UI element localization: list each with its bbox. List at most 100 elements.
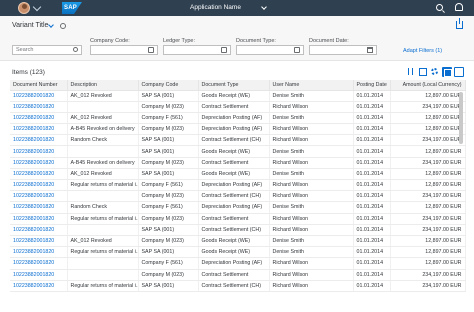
table-row[interactable]: 10223882001820 Company M (023) Contract Se… bbox=[10, 101, 466, 113]
info-icon[interactable] bbox=[60, 23, 66, 29]
table-cell: Regular returns of material i... bbox=[67, 213, 139, 225]
sort-icon[interactable] bbox=[406, 67, 416, 77]
table-cell[interactable]: 10223882001820 bbox=[10, 269, 68, 281]
list-view-icon[interactable] bbox=[454, 67, 464, 77]
table-cell[interactable]: 10223882001820 bbox=[10, 90, 68, 102]
table-row[interactable]: 10223882001820 SAP SA (001) Goods Receipt … bbox=[10, 145, 466, 158]
search-input[interactable]: Search bbox=[12, 45, 82, 55]
table-cell: 12,897.00 EUR bbox=[390, 179, 466, 192]
column-header[interactable]: Amount (Local Currency) bbox=[390, 80, 466, 91]
chevron-down-icon[interactable] bbox=[32, 2, 42, 12]
table-cell: Denise Smith bbox=[269, 246, 354, 259]
search-icon[interactable] bbox=[436, 4, 443, 11]
search-placeholder: Search bbox=[16, 47, 34, 53]
table-cell: Richard Wilson bbox=[269, 257, 354, 270]
table-row[interactable]: 10223882001820 SAP SA (001) Contract Settl… bbox=[10, 224, 466, 236]
table-cell: Richard Wilson bbox=[269, 179, 354, 192]
table-cell: 01.01.2014 bbox=[353, 257, 391, 270]
table-row[interactable]: 10223882001820 Random Check Company F (561… bbox=[10, 201, 466, 214]
table-cell: Company F (561) bbox=[138, 112, 199, 125]
group-icon[interactable] bbox=[419, 68, 427, 76]
table-row[interactable]: 10223882001820 Company M (023) Contract Se… bbox=[10, 190, 466, 203]
table-cell: 234,197.00 EUR bbox=[390, 224, 466, 236]
table-cell[interactable]: 10223882001820 bbox=[10, 145, 68, 158]
table-cell[interactable]: 10223882001820 bbox=[10, 246, 68, 259]
table-cell[interactable]: 10223882001820 bbox=[10, 257, 68, 270]
table-cell: Richard Wilson bbox=[269, 134, 354, 147]
sap-logo[interactable]: SAP bbox=[62, 2, 82, 14]
table-cell[interactable]: 10223882001820 bbox=[10, 213, 68, 225]
table-cell: 12,897.00 EUR bbox=[390, 168, 466, 181]
table-row[interactable]: 10223882001820 AK_012 Revoked Company F (5… bbox=[10, 112, 466, 125]
notification-icon[interactable] bbox=[455, 3, 463, 11]
gear-icon[interactable] bbox=[431, 68, 438, 75]
table-row[interactable]: 10223882001820 Company F (561) Depreciatio… bbox=[10, 257, 466, 270]
table-row[interactable]: 10223882001820 AK_012 Revoked SAP SA (001)… bbox=[10, 90, 466, 102]
chevron-down-icon[interactable] bbox=[261, 4, 267, 10]
table-row[interactable]: 10223882001820 AK_012 Revoked SAP SA (001)… bbox=[10, 168, 466, 181]
ledger-type-field[interactable] bbox=[163, 45, 231, 55]
variant-title[interactable]: Variant Title bbox=[12, 22, 48, 29]
table-row[interactable]: 10223882001820 A-B45 Revoked on delivery C… bbox=[10, 123, 466, 136]
table-toolbar: Items (123) bbox=[0, 64, 474, 80]
value-help-icon[interactable] bbox=[148, 47, 154, 53]
table-row[interactable]: 10223882001820 Regular returns of materia… bbox=[10, 280, 466, 292]
column-header[interactable]: Document Number bbox=[10, 80, 68, 91]
column-header[interactable]: User Name bbox=[269, 80, 354, 91]
document-date-field[interactable] bbox=[309, 45, 377, 55]
table-cell: Company M (023) bbox=[138, 123, 199, 136]
table-cell[interactable]: 10223882001820 bbox=[10, 134, 68, 147]
table-cell: 01.01.2014 bbox=[353, 145, 391, 158]
filter-bar: Search Company Code: Ledger Type: Docume… bbox=[0, 36, 474, 61]
adapt-filters-button[interactable]: Adapt Filters (1) bbox=[403, 48, 442, 54]
value-help-icon[interactable] bbox=[294, 47, 300, 53]
table-cell[interactable]: 10223882001820 bbox=[10, 112, 68, 125]
table-row[interactable]: 10223882001820 Random Check SAP SA (001) Co… bbox=[10, 134, 466, 147]
table-cell: Goods Receipt (WE) bbox=[198, 235, 270, 248]
table-cell[interactable]: 10223882001820 bbox=[10, 179, 68, 192]
table-cell[interactable]: 10223882001820 bbox=[10, 101, 68, 113]
grid-view-icon[interactable] bbox=[442, 67, 452, 77]
table-cell[interactable]: 10223882001820 bbox=[10, 168, 68, 181]
avatar[interactable] bbox=[18, 2, 30, 14]
column-header[interactable]: Posting Date bbox=[353, 80, 391, 91]
table-row[interactable]: 10223882001820 Regular returns of materia… bbox=[10, 246, 466, 259]
column-header[interactable]: Description bbox=[67, 80, 139, 91]
table-row[interactable]: 10223882001820 Regular returns of materia… bbox=[10, 179, 466, 192]
table-cell[interactable]: 10223882001820 bbox=[10, 201, 68, 214]
table-cell: 12,897.00 EUR bbox=[390, 90, 466, 102]
table-cell: Denise Smith bbox=[269, 235, 354, 248]
table-cell: 01.01.2014 bbox=[353, 157, 391, 169]
calendar-icon[interactable] bbox=[367, 47, 373, 53]
table-row[interactable]: 10223882001820 Company M (023) Contract Se… bbox=[10, 269, 466, 281]
table-cell[interactable]: 10223882001820 bbox=[10, 235, 68, 248]
app-title[interactable]: Application Name bbox=[190, 0, 241, 16]
document-type-field[interactable] bbox=[236, 45, 304, 55]
scrollbar[interactable] bbox=[459, 92, 463, 144]
table-row[interactable]: 10223882001820 A-B45 Revoked on delivery C… bbox=[10, 157, 466, 169]
table-cell: 12,897.00 EUR bbox=[390, 123, 466, 136]
table-cell[interactable]: 10223882001820 bbox=[10, 224, 68, 236]
search-icon[interactable] bbox=[73, 47, 78, 52]
table-cell: SAP SA (001) bbox=[138, 134, 199, 147]
table-row[interactable]: 10223882001820 Regular returns of materia… bbox=[10, 213, 466, 225]
chevron-down-icon[interactable] bbox=[48, 22, 54, 28]
table-cell[interactable]: 10223882001820 bbox=[10, 157, 68, 169]
table-cell: Regular returns of material i... bbox=[67, 246, 139, 259]
table-cell[interactable]: 10223882001820 bbox=[10, 123, 68, 136]
value-help-icon[interactable] bbox=[221, 47, 227, 53]
column-header[interactable]: Company Code bbox=[138, 80, 199, 91]
document-type-label: Document Type: bbox=[236, 38, 276, 44]
table-cell: 12,897.00 EUR bbox=[390, 257, 466, 270]
company-code-field[interactable] bbox=[90, 45, 158, 55]
column-header[interactable]: Document Type bbox=[198, 80, 270, 91]
table-row[interactable]: 10223882001820 AK_012 Revoked Company M (0… bbox=[10, 235, 466, 248]
table-cell: Richard Wilson bbox=[269, 224, 354, 236]
table-cell[interactable]: 10223882001820 bbox=[10, 190, 68, 203]
table-cell[interactable]: 10223882001820 bbox=[10, 280, 68, 292]
share-icon[interactable] bbox=[456, 18, 463, 29]
table-cell: Company F (561) bbox=[138, 201, 199, 214]
table-cell: 01.01.2014 bbox=[353, 112, 391, 125]
table-cell: Company F (561) bbox=[138, 179, 199, 192]
table-cell: Contract Settlement bbox=[198, 213, 270, 225]
